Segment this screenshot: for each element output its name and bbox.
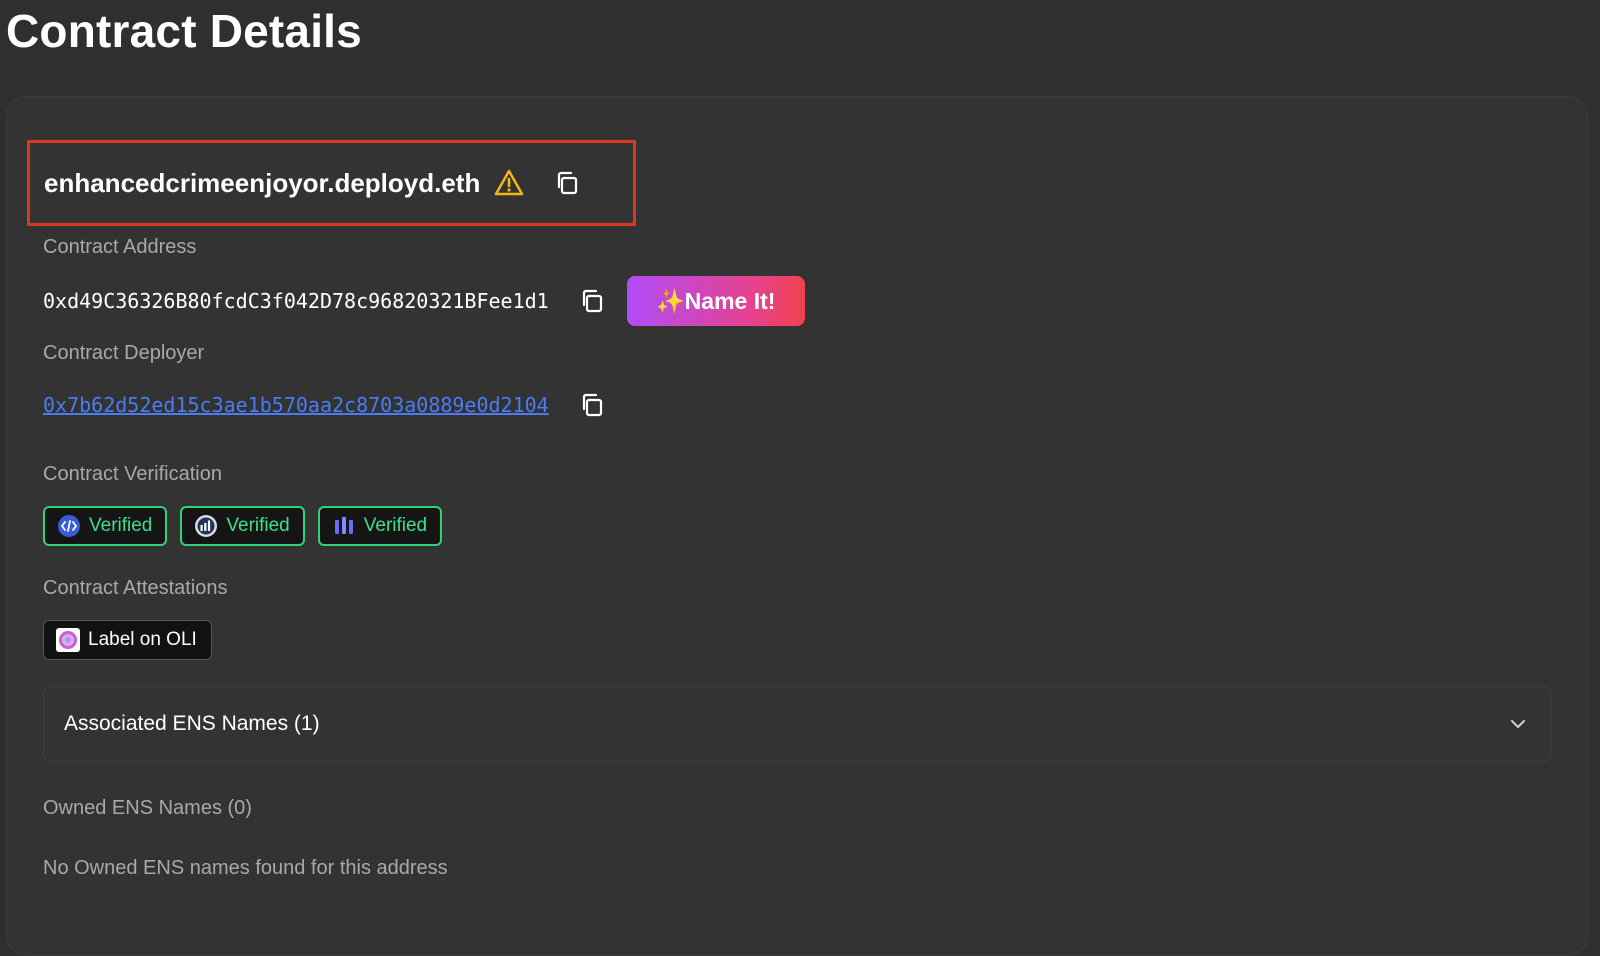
- oli-icon: [56, 628, 80, 652]
- warning-icon[interactable]: [494, 169, 524, 197]
- associated-ens-title: Associated ENS Names (1): [64, 712, 320, 735]
- contract-deployer-row: 0x7b62d52ed15c3ae1b570aa2c8703a0889e0d21…: [43, 392, 605, 418]
- contract-verification-label: Contract Verification: [43, 463, 222, 485]
- etherscan-icon: [194, 514, 218, 538]
- contract-address-row: 0xd49C36326B80fcdC3f042D78c96820321BFee1…: [43, 276, 805, 326]
- contract-address-label: Contract Address: [43, 236, 197, 258]
- verified-label: Verified: [363, 515, 428, 536]
- verified-label: Verified: [226, 515, 290, 536]
- page-title: Contract Details: [6, 5, 362, 57]
- name-it-button[interactable]: ✨Name It!: [626, 276, 805, 326]
- chevron-down-icon: [1508, 714, 1528, 734]
- owned-ens-empty-message: No Owned ENS names found for this addres…: [43, 857, 448, 879]
- verified-badge-blockscout[interactable]: Verified: [43, 506, 168, 546]
- verified-badge-etherscan[interactable]: Verified: [180, 506, 305, 546]
- associated-ens-accordion[interactable]: Associated ENS Names (1): [43, 686, 1551, 762]
- owned-ens-title: Owned ENS Names (0): [43, 797, 252, 819]
- contract-address: 0xd49C36326B80fcdC3f042D78c96820321BFee1…: [43, 289, 549, 313]
- deployer-address-link[interactable]: 0x7b62d52ed15c3ae1b570aa2c8703a0889e0d21…: [43, 393, 549, 417]
- label-on-oli-button[interactable]: Label on OLI: [43, 620, 212, 660]
- ens-name: enhancedcrimeenjoyor.deployd.eth: [44, 167, 481, 198]
- copy-icon[interactable]: [554, 170, 580, 196]
- copy-address-icon[interactable]: [579, 288, 605, 314]
- oli-label: Label on OLI: [88, 629, 197, 650]
- ens-name-header: enhancedcrimeenjoyor.deployd.eth: [27, 140, 636, 226]
- verification-badges: Verified Verified Verified: [43, 506, 443, 546]
- contract-deployer-label: Contract Deployer: [43, 342, 205, 364]
- verified-badge-sourcify[interactable]: Verified: [317, 506, 443, 546]
- verified-label: Verified: [89, 515, 153, 536]
- contract-attestations-label: Contract Attestations: [43, 577, 228, 599]
- sourcify-icon: [332, 514, 356, 538]
- blockscout-icon: [57, 514, 81, 538]
- copy-deployer-icon[interactable]: [579, 392, 605, 418]
